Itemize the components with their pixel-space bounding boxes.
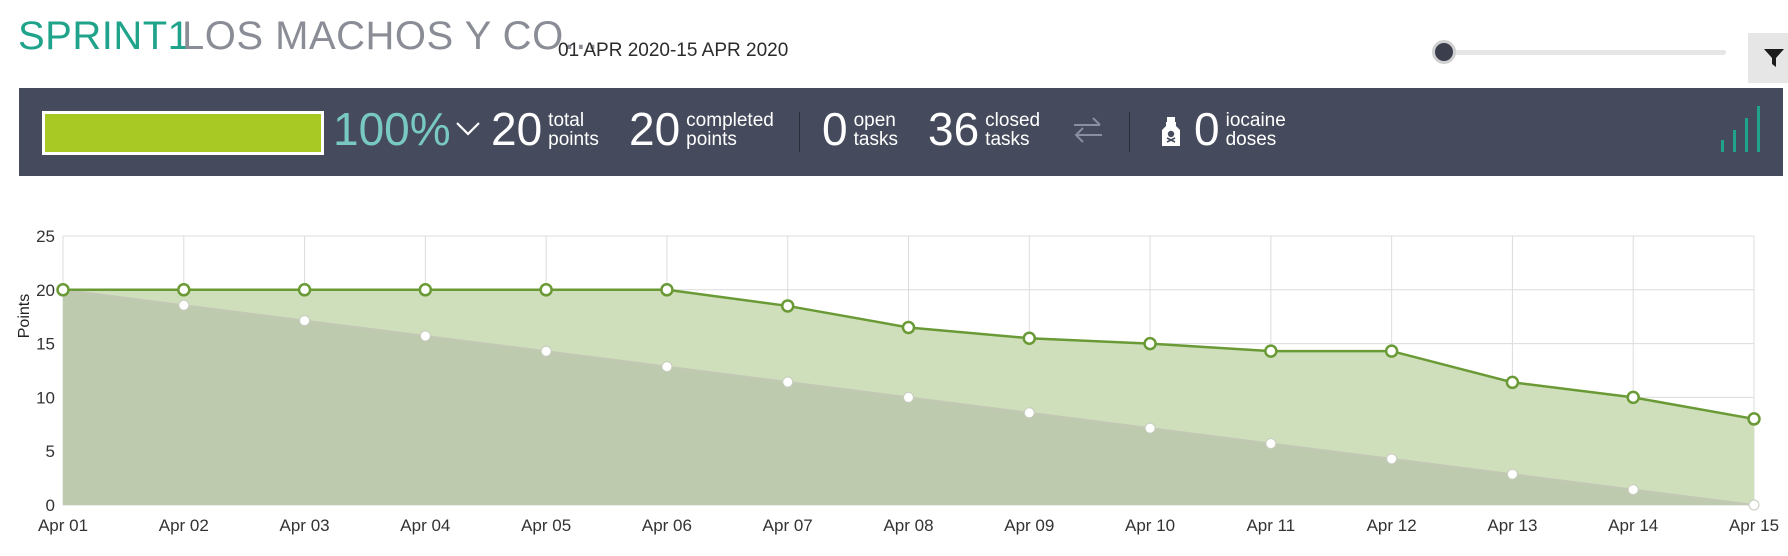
actual-point <box>539 283 553 297</box>
ideal-point <box>903 391 914 403</box>
actual-point <box>297 283 312 297</box>
actual-point <box>56 283 70 297</box>
x-tick-label: Apr 10 <box>1125 516 1175 535</box>
actual-point <box>901 320 916 335</box>
ideal-point <box>419 330 431 342</box>
x-tick-label: Apr 07 <box>763 516 813 535</box>
x-tick-label: Apr 09 <box>1004 516 1054 535</box>
ideal-point <box>661 361 673 373</box>
ideal-point <box>540 345 552 357</box>
x-tick-label: Apr 08 <box>883 516 933 535</box>
actual-point <box>1505 375 1520 390</box>
actual-point <box>1143 336 1157 351</box>
x-tick-label: Apr 02 <box>159 516 209 535</box>
y-tick-label: 25 <box>36 227 55 246</box>
actual-point <box>418 283 433 297</box>
actual-point <box>660 283 674 297</box>
x-tick-label: Apr 15 <box>1729 516 1779 535</box>
y-tick-label: 5 <box>46 442 55 461</box>
x-tick-label: Apr 14 <box>1608 516 1658 535</box>
ideal-point <box>1265 438 1277 450</box>
ideal-point <box>1627 484 1639 496</box>
burndown-chart: 0510152025 Apr 01 Apr 02 Apr 03 Apr 04 Apr 0… <box>16 227 1779 535</box>
x-axis-ticks: Apr 01 Apr 02 Apr 03 Apr 04 Apr 05 Apr 06 Apr … <box>38 516 1779 535</box>
x-tick-label: Apr 05 <box>521 516 571 535</box>
actual-point <box>1022 331 1037 345</box>
actual-point <box>1626 390 1640 405</box>
actual-point <box>780 299 795 313</box>
x-tick-label: Apr 01 <box>38 516 88 535</box>
actual-point <box>1264 344 1278 358</box>
x-tick-label: Apr 04 <box>400 516 450 535</box>
actual-point <box>1747 412 1761 426</box>
y-axis-ticks: 0 5 10 15 20 25 <box>36 227 55 515</box>
x-tick-label: Apr 03 <box>280 516 330 535</box>
y-tick-label: 15 <box>36 335 55 354</box>
ideal-point <box>299 315 311 327</box>
ideal-point <box>1144 422 1156 434</box>
y-axis-label: Points <box>16 294 33 338</box>
x-tick-label: Apr 06 <box>642 516 692 535</box>
ideal-point <box>1386 453 1398 465</box>
ideal-point <box>1748 499 1760 511</box>
y-tick-label: 20 <box>36 281 55 300</box>
x-tick-label: Apr 13 <box>1487 516 1537 535</box>
actual-point <box>1384 344 1399 358</box>
ideal-point <box>782 376 794 388</box>
x-tick-label: Apr 12 <box>1367 516 1417 535</box>
actual-point <box>177 283 191 297</box>
x-tick-label: Apr 11 <box>1246 516 1295 535</box>
ideal-point <box>1506 468 1518 480</box>
y-tick-label: 0 <box>46 496 55 515</box>
ideal-point <box>1023 407 1035 419</box>
y-tick-label: 10 <box>36 388 55 407</box>
ideal-point <box>178 299 190 311</box>
